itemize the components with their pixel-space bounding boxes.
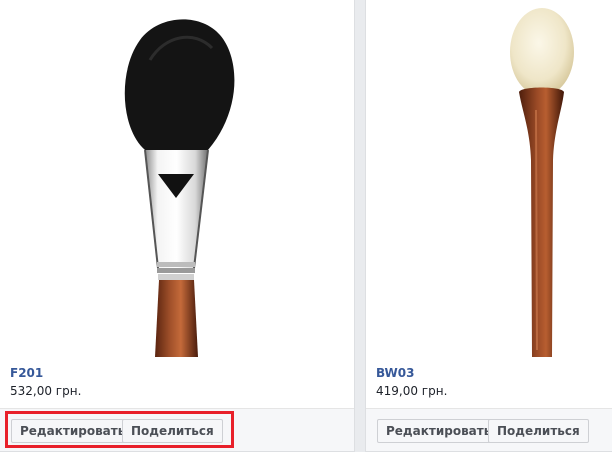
makeup-brush-image: [124, 19, 235, 357]
edit-button[interactable]: Редактировать: [377, 419, 501, 443]
product-title-link[interactable]: BW03: [376, 366, 447, 381]
edit-button[interactable]: Редактировать: [11, 419, 135, 443]
product-image[interactable]: [366, 0, 612, 357]
share-button[interactable]: Поделиться: [488, 419, 589, 443]
product-action-bar: Редактировать Поделиться: [366, 408, 612, 451]
product-title-link[interactable]: F201: [10, 366, 81, 381]
product-image[interactable]: [0, 0, 354, 357]
share-button[interactable]: Поделиться: [122, 419, 223, 443]
product-price: 419,00 грн.: [376, 384, 448, 398]
product-info: F201 532,00 грн.: [10, 366, 81, 399]
makeup-brush-image: [510, 8, 574, 357]
product-info: BW03 419,00 грн.: [376, 366, 447, 399]
product-price: 532,00 грн.: [10, 384, 82, 398]
shop-products-page: F201 532,00 грн. Редактировать Поделитьс…: [0, 0, 612, 452]
product-card: BW03 419,00 грн. Редактировать Поделитьс…: [365, 0, 612, 452]
product-action-bar: Редактировать Поделиться: [0, 408, 354, 451]
product-card: F201 532,00 грн. Редактировать Поделитьс…: [0, 0, 355, 452]
